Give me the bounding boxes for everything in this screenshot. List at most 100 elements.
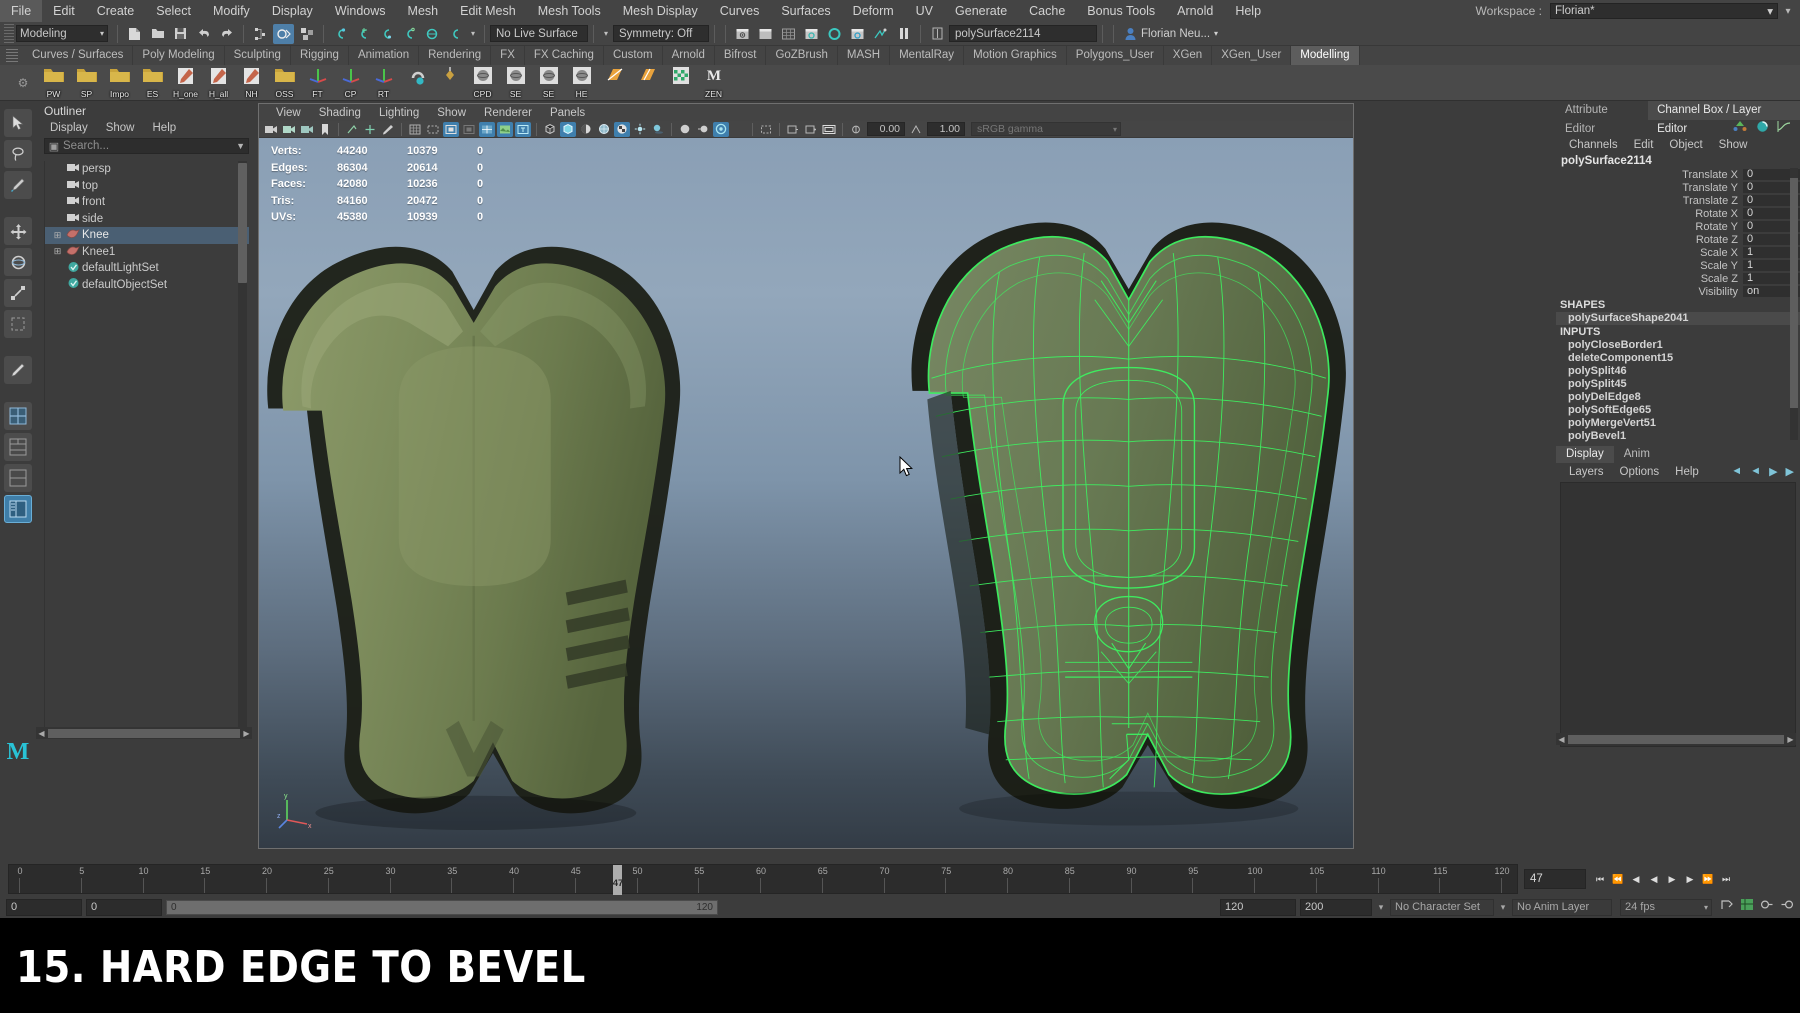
selection-name-field[interactable]: polySurface2114 xyxy=(949,25,1097,42)
shelf-button-cpd[interactable]: CPD xyxy=(466,66,499,100)
menu-item-mesh-tools[interactable]: Mesh Tools xyxy=(527,0,612,22)
menu-item-uv[interactable]: UV xyxy=(905,0,944,22)
menu-item-edit-mesh[interactable]: Edit Mesh xyxy=(449,0,527,22)
anim-layer-combo[interactable]: No Anim Layer xyxy=(1512,898,1612,916)
lasso-tool[interactable] xyxy=(4,140,32,168)
grease-pencil-icon[interactable] xyxy=(380,122,396,137)
viewport-menu-renderer[interactable]: Renderer xyxy=(475,107,541,119)
step-forward-frame-icon[interactable]: ▶ xyxy=(1682,870,1698,888)
outliner-vertical-scrollbar[interactable]: ▲ xyxy=(238,161,247,731)
shelf-tab-poly-modeling[interactable]: Poly Modeling xyxy=(133,46,225,65)
anim-start-field[interactable]: 0 xyxy=(6,898,82,916)
channel-row-translate-y[interactable]: Translate Y0 xyxy=(1556,181,1800,194)
gamma-value[interactable]: 1.00 xyxy=(927,122,965,136)
menu-item-mesh[interactable]: Mesh xyxy=(397,0,450,22)
shelf-button-rt[interactable]: RT xyxy=(367,66,400,100)
grid-toggle-icon[interactable] xyxy=(407,122,423,137)
outliner-tab[interactable]: Outliner xyxy=(36,101,254,119)
new-scene-icon[interactable] xyxy=(124,24,145,44)
tab-anim-layers[interactable]: Anim xyxy=(1614,446,1660,463)
colorspace-combo[interactable]: sRGB gamma ▾ xyxy=(971,122,1121,136)
shelf-tab-curves-surfaces[interactable]: Curves / Surfaces xyxy=(23,46,134,65)
outliner-item-persp[interactable]: persp xyxy=(45,161,249,178)
layout-split-view-icon[interactable] xyxy=(4,433,32,461)
snap-grid-icon[interactable] xyxy=(330,24,351,44)
scrollbar-thumb[interactable] xyxy=(48,728,240,738)
snap-projected-icon[interactable] xyxy=(399,24,420,44)
channel-input-item[interactable]: polyBevel1 xyxy=(1556,430,1800,443)
range-start-field[interactable]: 0 xyxy=(86,898,162,916)
menuset-combo[interactable]: Modeling ▾ xyxy=(16,25,108,42)
shelf-tab-bifrost[interactable]: Bifrost xyxy=(715,46,767,65)
shelf-tab-mentalray[interactable]: MentalRay xyxy=(890,46,965,65)
menu-item-help[interactable]: Help xyxy=(1224,0,1272,22)
shelf-button-checker-icon[interactable] xyxy=(664,66,697,100)
undo-icon[interactable] xyxy=(193,24,214,44)
go-to-end-icon[interactable]: ⏭ xyxy=(1718,870,1734,888)
scale-tool[interactable] xyxy=(4,279,32,307)
preferences-icon[interactable] xyxy=(1760,898,1774,916)
animation-preferences-icon[interactable] xyxy=(1740,898,1754,916)
scrollbar-thumb[interactable] xyxy=(1568,734,1784,744)
shelf-button-se[interactable]: SE xyxy=(499,66,532,100)
text-display-icon[interactable] xyxy=(515,121,531,137)
move-tool[interactable] xyxy=(4,217,32,245)
current-time-indicator[interactable]: 47 xyxy=(613,865,623,895)
layer-menu-help[interactable]: Help xyxy=(1667,466,1707,478)
outliner-list[interactable]: persp top front side ⊞ Knee ⊞ Knee1 defaultLight… xyxy=(44,161,249,731)
isolate-select-icon[interactable] xyxy=(758,122,774,137)
menu-item-file[interactable]: File xyxy=(0,0,43,22)
select-tool[interactable] xyxy=(4,109,32,137)
snap-uv-icon[interactable] xyxy=(445,24,466,44)
grid-display-icon[interactable] xyxy=(778,24,799,44)
shelf-tab-motion-graphics[interactable]: Motion Graphics xyxy=(964,46,1067,65)
exposure-gizmo-icon[interactable] xyxy=(848,122,864,137)
channel-box-scrollbar[interactable] xyxy=(1790,168,1798,440)
outliner-search-bar[interactable]: ▣ Search... ▼ xyxy=(44,138,249,154)
camera-attributes-icon[interactable] xyxy=(281,122,297,137)
bookmark-camera-icon[interactable] xyxy=(299,122,315,137)
shelf-button-h-all[interactable]: H_all xyxy=(202,66,235,100)
select-object-icon[interactable] xyxy=(273,23,294,44)
render-settings-icon[interactable] xyxy=(870,24,891,44)
settings-icon[interactable] xyxy=(1780,898,1794,916)
shelf-button-pw[interactable]: PW xyxy=(37,66,70,100)
channel-input-item[interactable]: polySplit45 xyxy=(1556,378,1800,391)
shelf-button-h-one[interactable]: H_one xyxy=(169,66,202,100)
shelf-button-nh[interactable]: NH xyxy=(235,66,268,100)
auto-keyframe-icon[interactable] xyxy=(1720,898,1734,916)
character-set-combo[interactable]: No Character Set xyxy=(1390,898,1494,916)
channel-row-translate-x[interactable]: Translate X0 xyxy=(1556,168,1800,181)
wireframe-shaded-icon[interactable] xyxy=(443,121,459,137)
exposure-value[interactable]: 0.00 xyxy=(867,122,905,136)
outliner-menu-help[interactable]: Help xyxy=(144,122,186,134)
workspace-options-icon[interactable]: ▾ xyxy=(1780,3,1796,19)
live-surface-field[interactable]: No Live Surface xyxy=(490,25,588,42)
gamma-gizmo-icon[interactable] xyxy=(908,122,924,137)
shelf-grip[interactable] xyxy=(6,48,18,63)
shelf-button-ft[interactable]: FT xyxy=(301,66,334,100)
shelf-tab-custom[interactable]: Custom xyxy=(604,46,663,65)
layer-up-icon[interactable]: ▶ xyxy=(1769,465,1777,478)
select-component-icon[interactable] xyxy=(296,24,317,44)
shelf-button-diamond-icon[interactable] xyxy=(433,66,466,100)
menu-item-display[interactable]: Display xyxy=(261,0,324,22)
tab-display-layers[interactable]: Display xyxy=(1556,446,1614,463)
layout-outliner-persp-icon[interactable] xyxy=(4,495,32,523)
shelf-tab-modelling[interactable]: Modelling xyxy=(1291,46,1360,65)
ipr-render-icon[interactable] xyxy=(847,24,868,44)
step-back-frame-icon[interactable]: ◀ xyxy=(1628,870,1644,888)
save-scene-icon[interactable] xyxy=(170,24,191,44)
tab-attribute-editor[interactable]: Attribute Editor xyxy=(1556,101,1649,135)
wireframe-mode-icon[interactable] xyxy=(542,122,558,137)
channel-row-scale-z[interactable]: Scale Z1 xyxy=(1556,272,1800,285)
statusline-grip[interactable] xyxy=(4,23,14,44)
screen-space-ao-icon[interactable] xyxy=(677,122,693,137)
channelbox-menu-show[interactable]: Show xyxy=(1711,139,1756,151)
range-slider[interactable]: 0 120 xyxy=(166,899,718,915)
menu-item-windows[interactable]: Windows xyxy=(324,0,397,22)
channelbox-menu-channels[interactable]: Channels xyxy=(1561,139,1626,151)
channel-shape-item[interactable]: polySurfaceShape2041 xyxy=(1556,312,1800,325)
chevron-down-icon[interactable]: ▾ xyxy=(1372,902,1390,913)
menu-item-generate[interactable]: Generate xyxy=(944,0,1018,22)
